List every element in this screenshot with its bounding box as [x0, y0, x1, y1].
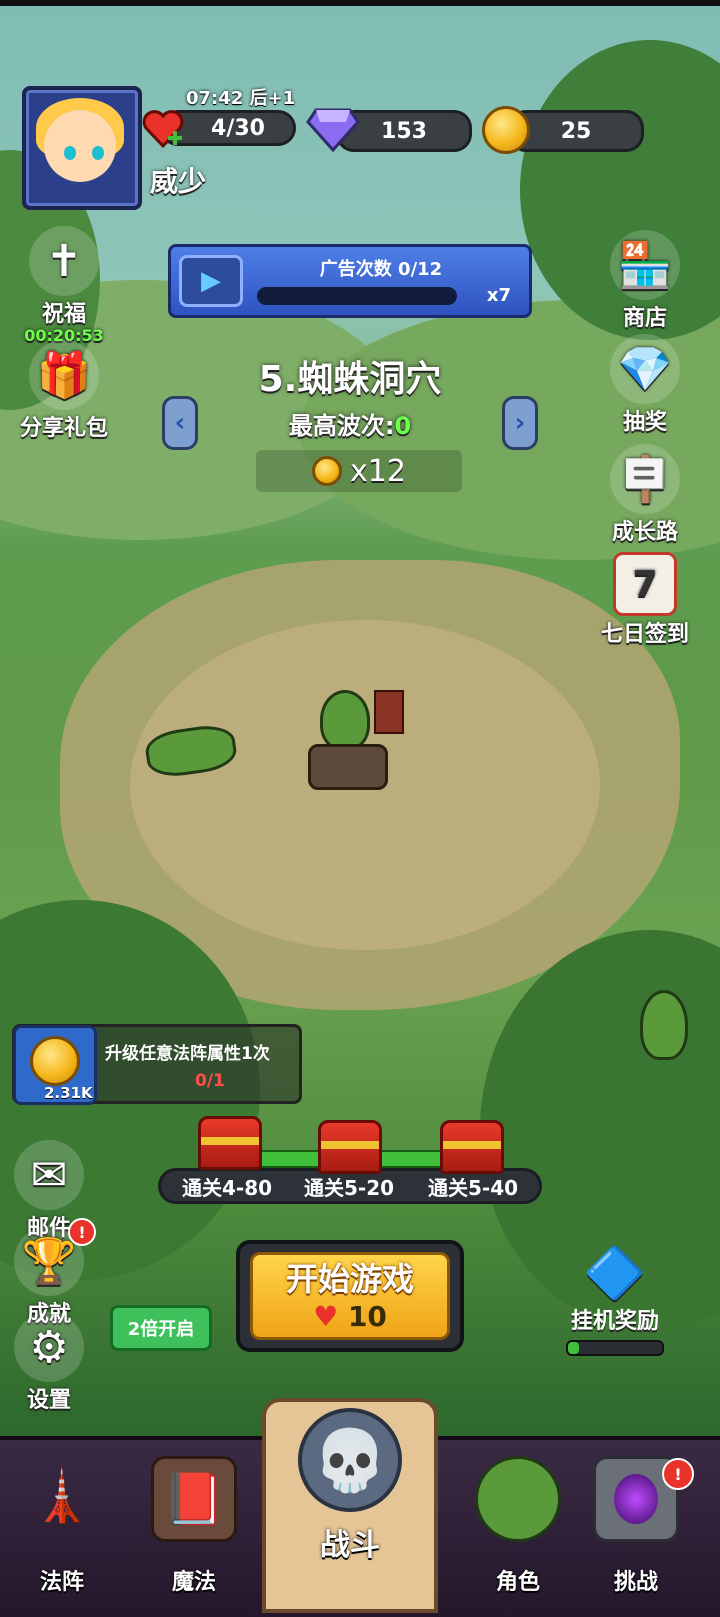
crystal-icon: 🔷	[583, 1244, 647, 1302]
stage-title: 5.蜘蛛洞穴	[258, 359, 442, 400]
coin-icon	[30, 1036, 80, 1086]
energy-timer: 07:42 后+1	[186, 88, 296, 109]
nav-magic-label: 魔法	[171, 1570, 216, 1595]
wave-label: 最高波次:	[288, 412, 395, 440]
stage-reward: x12	[256, 450, 462, 492]
chest-3-label: 通关5-40	[428, 1176, 519, 1200]
chest-2-label: 通关5-20	[304, 1176, 395, 1200]
coin-icon	[312, 456, 343, 486]
nav-character[interactable]: 角色	[458, 1446, 578, 1606]
start-cost-value: 10	[347, 1300, 387, 1333]
stage-reward-value: x12	[350, 453, 406, 489]
growth-road-button[interactable]: 🪧 成长路	[590, 444, 700, 546]
afk-reward-button[interactable]: 🔷 挂机奖励	[560, 1244, 670, 1335]
heart-plus-icon[interactable]	[140, 106, 186, 152]
growth-label: 成长路	[611, 520, 678, 545]
ad-progress-track	[257, 287, 457, 305]
orc-head-icon	[475, 1456, 561, 1542]
quest-reward-amount: 2.31K	[44, 1084, 93, 1102]
shop-button[interactable]: 🏪 商店	[590, 230, 700, 332]
portal-swirl	[614, 1474, 658, 1524]
ad-multiplier: x7	[486, 285, 511, 306]
heart-icon: ♥	[313, 1300, 339, 1333]
quest-card[interactable]: 2.31K 升级任意法阵属性1次 0/1	[12, 1024, 302, 1105]
orc-warrior-sprite	[320, 690, 370, 750]
ad-count-label: 广告次数 0/12	[319, 259, 443, 280]
chest-3[interactable]	[440, 1120, 504, 1174]
avatar-face	[44, 110, 116, 182]
signpost-icon: 🪧	[610, 444, 680, 514]
start-game-cost: ♥ 10	[240, 1300, 460, 1333]
nav-battle[interactable]: 💀 战斗	[262, 1398, 438, 1613]
afk-label: 挂机奖励	[570, 1309, 659, 1334]
start-game-button[interactable]: 开始游戏 ♥ 10	[236, 1240, 464, 1352]
start-game-title: 开始游戏	[285, 1260, 414, 1298]
enemy-goblin-sprite	[640, 990, 688, 1060]
ad-reward-bar[interactable]: ▶ 广告次数 0/12 x7	[168, 244, 532, 318]
spellbook-icon: 📕	[151, 1456, 237, 1542]
shop-label: 商店	[622, 306, 667, 331]
afk-progress-fill	[568, 1342, 580, 1354]
blessing-label: 祝福	[41, 302, 86, 327]
calendar-icon: 7	[613, 552, 677, 616]
nav-magic[interactable]: 📕 魔法	[134, 1446, 254, 1606]
coins-value: 25	[560, 118, 592, 144]
nav-formation[interactable]: 🗼 法阵	[2, 1446, 122, 1606]
settings-label: 设置	[26, 1388, 71, 1413]
nav-challenge-label: 挑战	[613, 1570, 658, 1595]
quest-reward-icon: 2.31K	[13, 1025, 97, 1105]
gear-icon: ⚙	[14, 1312, 84, 1382]
coin-icon	[482, 106, 530, 154]
signin-label: 七日签到	[600, 622, 689, 647]
skull-swords-icon: 💀	[298, 1408, 402, 1512]
next-stage-arrow[interactable]: ›	[502, 396, 538, 450]
cross-icon: ✝	[29, 226, 99, 296]
status-strip	[0, 0, 720, 6]
player-avatar[interactable]	[22, 86, 142, 210]
calendar-day: 7	[632, 563, 658, 605]
afk-progress-bar	[566, 1340, 664, 1356]
orc-banner	[374, 690, 404, 734]
nav-battle-label: 战斗	[320, 1528, 380, 1563]
nav-character-label: 角色	[495, 1570, 540, 1595]
prev-stage-arrow[interactable]: ‹	[162, 396, 198, 450]
chest-1-label: 通关4-80	[182, 1176, 273, 1200]
nav-formation-label: 法阵	[39, 1570, 84, 1595]
settings-button[interactable]: ⚙ 设置	[8, 1312, 90, 1414]
double-speed-button[interactable]: 2倍开启	[110, 1305, 212, 1351]
quest-progress: 0/1	[195, 1071, 225, 1091]
achievement-alert-badge: !	[68, 1218, 96, 1246]
player-name: 威少	[150, 165, 207, 198]
avatar-eye	[92, 146, 104, 160]
diamond-icon	[306, 108, 360, 153]
orc-warrior-body	[308, 744, 388, 790]
quest-text: 升级任意法阵属性1次	[105, 1044, 270, 1064]
best-wave: 最高波次:0	[0, 406, 700, 441]
wave-value: 0	[394, 412, 412, 440]
diamonds-value: 153	[381, 118, 427, 144]
challenge-alert-badge: !	[662, 1458, 694, 1490]
envelope-icon: ✉	[14, 1140, 84, 1210]
seven-day-signin-button[interactable]: 7 七日签到	[580, 552, 710, 648]
chest-1[interactable]	[198, 1116, 262, 1170]
play-icon: ▶	[179, 255, 243, 307]
shop-icon: 🏪	[610, 230, 680, 300]
avatar-eye	[64, 146, 76, 160]
chest-2[interactable]	[318, 1120, 382, 1174]
blessing-button[interactable]: ✝ 祝福 00:20:53	[14, 226, 114, 345]
tower-icon: 🗼	[30, 1466, 94, 1525]
hearts-value: 4/30	[211, 115, 265, 141]
